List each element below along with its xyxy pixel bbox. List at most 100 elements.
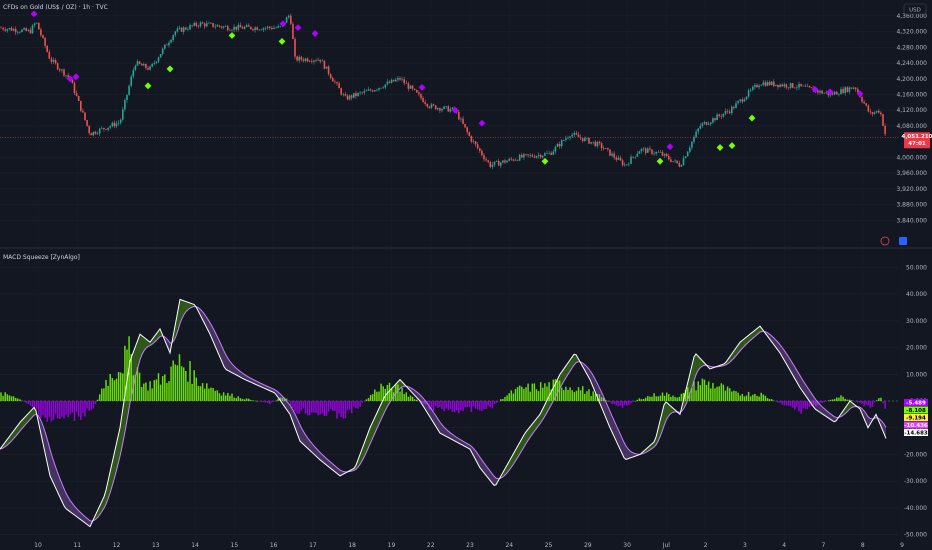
candle-body	[31, 25, 34, 34]
histogram-bar	[185, 370, 187, 401]
histogram-bar	[584, 393, 586, 401]
histogram-bar	[229, 395, 231, 401]
candle-body	[153, 62, 156, 64]
histogram-bar	[220, 395, 223, 401]
histogram-bar	[500, 399, 502, 401]
histogram-bar	[92, 401, 95, 409]
candle-body	[407, 83, 410, 89]
candle-body	[210, 22, 212, 24]
histogram-bar	[170, 366, 172, 401]
candle-body	[306, 58, 309, 62]
histogram-bar	[804, 401, 807, 409]
candle-body	[760, 84, 762, 86]
histogram-bar	[59, 401, 61, 419]
candle-body	[556, 143, 559, 147]
histogram-bar	[151, 388, 153, 401]
candle-body	[873, 112, 876, 114]
candle-body	[193, 23, 195, 26]
histogram-bar	[863, 401, 865, 407]
histogram-bar	[115, 378, 118, 401]
candle-body	[716, 114, 718, 121]
flag-icon[interactable]	[899, 237, 907, 245]
candle-body	[292, 23, 294, 40]
candle-body	[29, 29, 32, 34]
histogram-bar	[651, 396, 653, 401]
candle-body	[250, 26, 252, 30]
candle-body	[819, 90, 821, 93]
candle-body	[655, 151, 657, 154]
candle-body	[308, 61, 311, 62]
histogram-bar	[0, 392, 2, 401]
symbol-title: CFDs on Gold (US$ / OZ) · 1h · TVC	[3, 4, 108, 11]
candle-body	[271, 27, 273, 30]
candle-body	[115, 123, 118, 127]
histogram-bar	[842, 396, 844, 401]
histogram-bar	[865, 401, 867, 405]
value-label-text: -8.108	[906, 408, 926, 414]
candle-body	[119, 119, 122, 123]
histogram-bar	[567, 389, 569, 401]
candle-body	[48, 51, 51, 59]
histogram-bar	[237, 396, 240, 401]
histogram-bar	[103, 388, 105, 401]
histogram-bar	[623, 401, 626, 405]
candle-body	[361, 92, 363, 94]
candle-body	[657, 151, 660, 153]
candle-body	[424, 102, 426, 104]
candle-body	[542, 155, 544, 158]
candle-body	[680, 165, 683, 167]
histogram-bar	[504, 397, 506, 401]
candle-body	[38, 22, 40, 30]
candle-body	[227, 26, 229, 31]
candle-body	[392, 79, 395, 82]
candle-body	[445, 106, 447, 107]
candle-body	[684, 156, 687, 159]
histogram-bar	[621, 401, 624, 408]
price-tick-label: 3,840.000	[896, 217, 927, 224]
histogram-bar	[781, 401, 783, 405]
histogram-bar	[718, 386, 720, 401]
candle-body	[304, 58, 307, 61]
candle-body	[479, 148, 481, 151]
histogram-bar	[35, 401, 38, 410]
macd-tick-label: 30.000	[906, 318, 927, 325]
value-label-text: -9.194	[906, 415, 926, 421]
candle-body	[380, 87, 382, 89]
candle-body	[804, 85, 807, 87]
histogram-bar	[25, 401, 27, 404]
candle-body	[334, 81, 336, 83]
candle-body	[266, 26, 269, 28]
histogram-bar	[82, 401, 84, 414]
candle-body	[523, 154, 525, 158]
histogram-bar	[791, 401, 794, 408]
histogram-bar	[254, 400, 256, 402]
histogram-bar	[487, 401, 489, 406]
histogram-bar	[777, 401, 779, 403]
histogram-bar	[789, 401, 792, 407]
histogram-bar	[348, 401, 351, 410]
histogram-bar	[413, 399, 416, 401]
candle-body	[460, 118, 462, 120]
histogram-bar	[619, 401, 622, 406]
candle-body	[447, 106, 450, 112]
histogram-bar	[101, 388, 103, 401]
histogram-bar	[476, 401, 479, 410]
price-tick-label: 3,960.000	[896, 170, 927, 177]
histogram-bar	[212, 388, 214, 401]
candle-body	[439, 108, 441, 111]
histogram-bar	[113, 380, 116, 401]
candle-body	[735, 103, 737, 109]
histogram-bar	[766, 398, 769, 401]
histogram-bar	[138, 372, 141, 401]
histogram-bar	[773, 400, 775, 402]
histogram-bar	[439, 401, 441, 408]
candle-body	[458, 111, 460, 120]
histogram-bar	[474, 401, 477, 409]
histogram-bar	[159, 384, 162, 401]
histogram-bar	[447, 401, 450, 411]
histogram-bar	[287, 401, 290, 402]
histogram-bar	[8, 395, 11, 401]
chart-canvas[interactable]: 4,051.21047:01 4,360.0004,320.0004,280.0…	[0, 0, 932, 550]
histogram-bar	[693, 381, 695, 401]
candle-body	[699, 125, 702, 129]
